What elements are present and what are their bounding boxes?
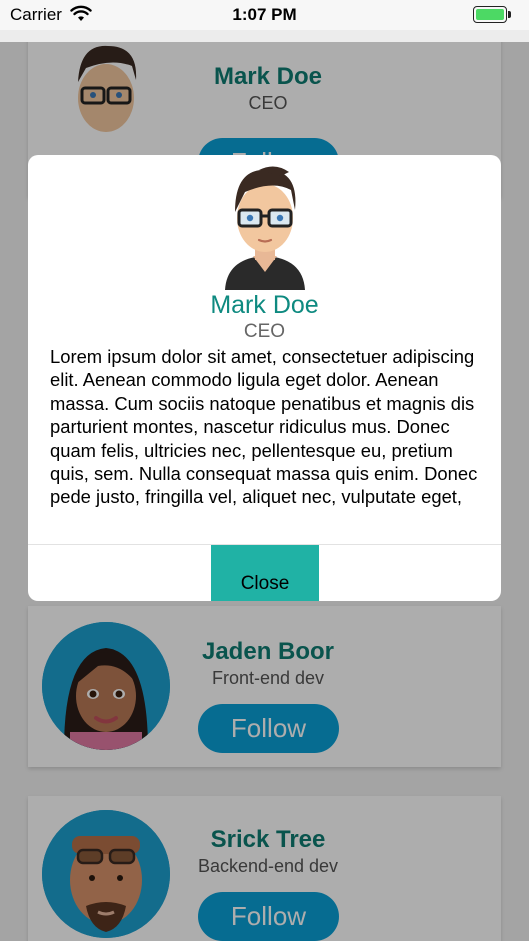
modal-role: CEO [243, 321, 286, 342]
nav-spacer [0, 30, 529, 42]
battery-tip [508, 11, 511, 18]
close-button[interactable]: Close [211, 545, 319, 601]
status-bar: Carrier 1:07 PM [0, 0, 529, 30]
modal-bio-text[interactable]: Lorem ipsum dolor sit amet, consectetuer… [50, 345, 482, 513]
profile-modal: Mark Doe CEO Lorem ipsum dolor sit amet,… [28, 155, 501, 601]
modal-avatar [225, 166, 305, 290]
modal-name: Mark Doe [210, 291, 319, 319]
clock: 1:07 PM [232, 5, 297, 24]
battery-icon [473, 6, 507, 23]
